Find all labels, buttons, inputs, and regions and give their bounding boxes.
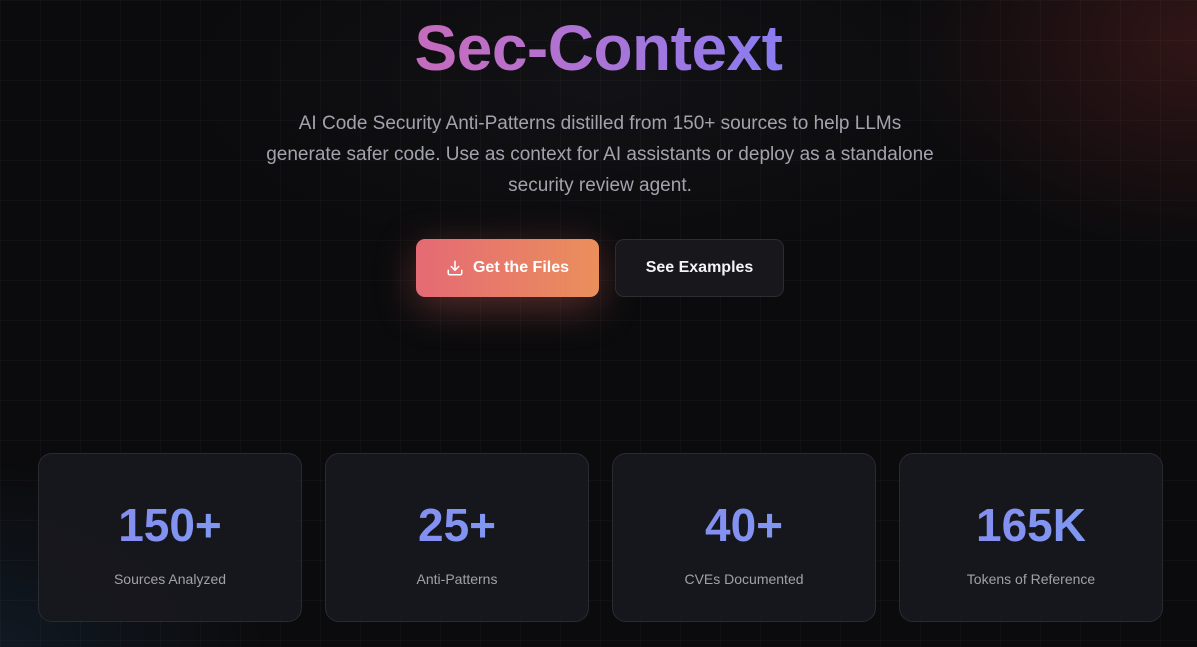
- stat-card-cves: 40+ CVEs Documented: [612, 453, 876, 622]
- stat-label: CVEs Documented: [684, 571, 804, 587]
- stat-value: 40+: [613, 498, 875, 552]
- get-files-button[interactable]: Get the Files: [416, 239, 599, 297]
- see-examples-button[interactable]: See Examples: [615, 239, 784, 297]
- stat-card-anti-patterns: 25+ Anti-Patterns: [325, 453, 589, 622]
- stat-label: Tokens of Reference: [966, 571, 1096, 587]
- stat-card-sources: 150+ Sources Analyzed: [38, 453, 302, 622]
- hero-subtitle: AI Code Security Anti-Patterns distilled…: [266, 113, 934, 196]
- page-title: Sec-Context: [0, 8, 1197, 88]
- stats-section: 150+ Sources Analyzed 25+ Anti-Patterns …: [38, 453, 1163, 622]
- download-icon: [447, 260, 463, 276]
- get-files-label: Get the Files: [472, 259, 570, 276]
- stat-card-tokens: 165K Tokens of Reference: [899, 453, 1163, 622]
- see-examples-label: See Examples: [645, 259, 754, 276]
- stat-label: Sources Analyzed: [113, 571, 227, 587]
- stat-value: 25+: [326, 498, 588, 552]
- stat-label: Anti-Patterns: [416, 571, 498, 587]
- stat-value: 150+: [39, 498, 301, 552]
- stat-value: 165K: [900, 498, 1162, 552]
